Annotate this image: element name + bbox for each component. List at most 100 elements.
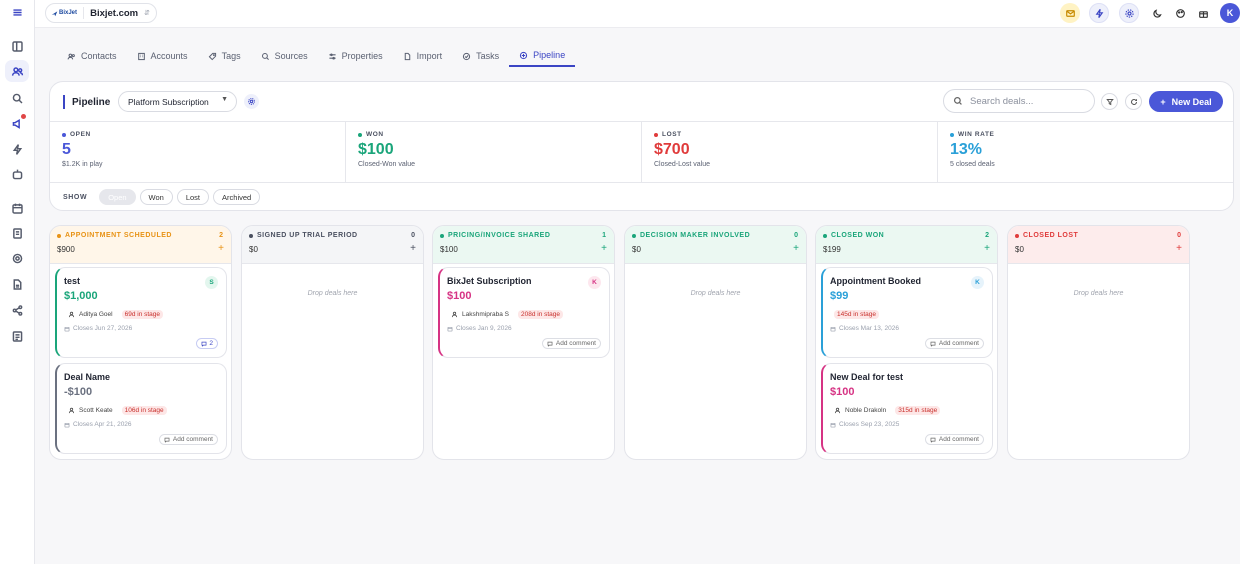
show-filter: SHOW Open Won Lost Archived (63, 189, 261, 205)
add-deal-icon[interactable]: + (410, 243, 416, 254)
add-deal-icon[interactable]: + (601, 243, 607, 254)
add-comment-button[interactable]: Add comment (541, 338, 601, 349)
deal-card[interactable]: New Deal for test $100 Noble Drakoln 315d i… (821, 363, 993, 454)
invoice-icon[interactable] (5, 325, 29, 347)
column-total: $900 (57, 245, 75, 254)
deal-card[interactable]: test $1,000 S Aditya Goel 69d in stage Closes… (55, 267, 227, 358)
file-text-icon[interactable] (5, 273, 29, 295)
workspace-switcher[interactable]: BixJet Bixjet.com ⇵ (45, 3, 157, 23)
column-total: $199 (823, 245, 841, 254)
deal-close-date: Closes Mar 13, 2026 (830, 325, 899, 332)
tab-import[interactable]: Import (393, 45, 453, 67)
deal-card[interactable]: Appointment Booked $99 K 145d in stage Close… (821, 267, 993, 358)
column-total: $0 (632, 245, 641, 254)
search-deals[interactable] (943, 89, 1095, 113)
settings-icon[interactable] (1119, 3, 1139, 23)
add-comment-button[interactable]: Add comment (158, 434, 218, 445)
tab-contacts[interactable]: Contacts (57, 45, 127, 67)
calendar-icon (830, 326, 836, 331)
megaphone-icon[interactable] (5, 112, 29, 134)
search-nav-icon[interactable] (5, 87, 29, 109)
comment-icon (547, 341, 553, 347)
tab-label: Import (416, 51, 443, 61)
deal-amount: $99 (830, 290, 849, 302)
comments-button[interactable]: 2 (196, 338, 218, 349)
stat-win-rate: WIN RATE 13% 5 closed deals (938, 122, 1233, 182)
menu-icon[interactable] (5, 1, 29, 23)
dashboard-icon[interactable] (5, 35, 29, 57)
column-total: $0 (1015, 245, 1024, 254)
chevron-down-icon: ▼ (221, 96, 228, 103)
deal-amount: -$100 (64, 386, 93, 398)
deal-close-date: Closes Jun 27, 2026 (64, 325, 132, 332)
tab-accounts[interactable]: Accounts (127, 45, 198, 67)
add-deal-icon[interactable]: + (218, 243, 224, 254)
column-count: 0 (411, 232, 415, 239)
column-appointment-scheduled: APPOINTMENT SCHEDULED 2 $900 + test $1,000 S Ad… (49, 225, 232, 460)
add-deal-icon[interactable]: + (793, 243, 799, 254)
filter-icon[interactable] (1101, 93, 1118, 110)
new-deal-label: New Deal (1171, 96, 1212, 107)
refresh-icon[interactable] (1125, 93, 1142, 110)
calendar-icon (64, 326, 70, 331)
bolt-icon[interactable] (1089, 3, 1109, 23)
show-archived[interactable]: Archived (213, 189, 261, 205)
add-comment-button[interactable]: Add comment (924, 338, 984, 349)
bot-icon[interactable] (5, 163, 29, 185)
drop-zone[interactable]: Drop deals here (242, 290, 423, 297)
share-icon[interactable] (5, 299, 29, 321)
new-deal-button[interactable]: + New Deal (1149, 91, 1223, 112)
bolt-nav-icon[interactable] (5, 138, 29, 160)
show-lost[interactable]: Lost (176, 189, 210, 205)
deal-card[interactable]: Deal Name -$100 Scott Keate 106d in stage Cl… (55, 363, 227, 454)
document-icon[interactable] (5, 222, 29, 244)
deal-card[interactable]: BixJet Subscription $100 K Lakshmipraba S 20… (438, 267, 610, 358)
tab-pipeline[interactable]: Pipeline (509, 45, 576, 67)
add-comment-button[interactable]: Add comment (924, 434, 984, 445)
column-name: CLOSED LOST (1015, 232, 1078, 239)
mail-icon[interactable] (1060, 3, 1080, 23)
stage-age-badge: 106d in stage (121, 406, 167, 415)
target-icon[interactable] (5, 247, 29, 269)
gift-icon[interactable] (1193, 3, 1213, 23)
tab-sources[interactable]: Sources (251, 45, 318, 67)
column-header: PRICING/INVOICE SHARED 1 $100 + (433, 226, 614, 264)
show-open[interactable]: Open (99, 189, 136, 205)
comment-icon (201, 341, 207, 347)
column-header: CLOSED LOST 0 $0 + (1008, 226, 1189, 264)
tab-tags[interactable]: Tags (198, 45, 251, 67)
stat-label: LOST (654, 131, 937, 138)
tab-tasks[interactable]: Tasks (452, 45, 509, 67)
user-icon (68, 407, 75, 414)
drop-zone[interactable]: Drop deals here (625, 290, 806, 297)
column-name: SIGNED UP TRIAL PERIOD (249, 232, 358, 239)
column-count: 0 (1177, 232, 1181, 239)
search-input[interactable] (970, 95, 1080, 107)
user-avatar[interactable]: K (1220, 3, 1240, 23)
tab-label: Accounts (150, 51, 188, 61)
notification-dot (21, 114, 26, 119)
pipeline-panel: Pipeline Platform Subscription ▼ + New Dea… (49, 81, 1234, 211)
deal-amount: $100 (447, 290, 472, 302)
contacts-nav-icon[interactable] (5, 60, 29, 82)
tab-properties[interactable]: Properties (318, 45, 393, 67)
top-bar: BixJet Bixjet.com ⇵ K (35, 0, 1240, 28)
palette-icon[interactable] (1170, 3, 1190, 23)
column-name: PRICING/INVOICE SHARED (440, 232, 550, 239)
deal-owner-row: Noble Drakoln 315d in stage (834, 406, 941, 415)
column-count: 0 (794, 232, 798, 239)
drop-zone[interactable]: Drop deals here (1008, 290, 1189, 297)
add-deal-icon[interactable]: + (1176, 243, 1182, 254)
pipeline-settings-icon[interactable] (244, 94, 259, 109)
bixjet-logo: BixJet (51, 7, 85, 19)
column-total: $100 (440, 245, 458, 254)
add-deal-icon[interactable]: + (984, 243, 990, 254)
pipeline-select[interactable]: Platform Subscription ▼ (118, 91, 237, 112)
stat-value: $100 (358, 141, 394, 158)
pipeline-icon (520, 51, 528, 59)
moon-icon[interactable] (1147, 3, 1167, 23)
show-won[interactable]: Won (139, 189, 173, 205)
tab-label: Tasks (476, 51, 500, 61)
calendar-icon[interactable] (5, 197, 29, 219)
workspace-name: Bixjet.com (90, 7, 139, 19)
